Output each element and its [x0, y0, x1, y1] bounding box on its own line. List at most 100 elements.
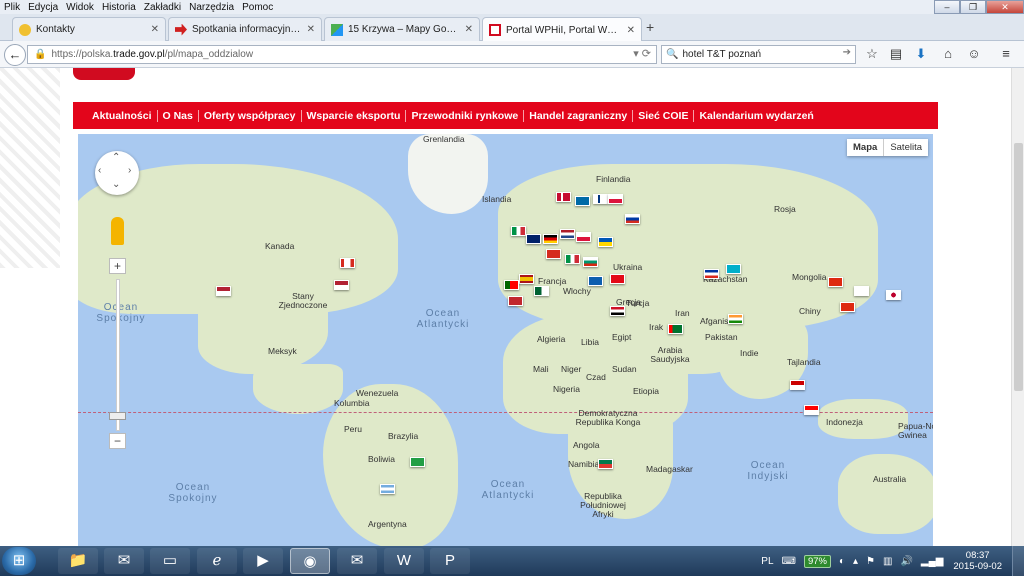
- folder-icon[interactable]: 📁: [58, 548, 98, 574]
- flag-south-africa[interactable]: [598, 459, 613, 469]
- search-go-icon[interactable]: ➔: [843, 47, 851, 58]
- flag-malaysia[interactable]: [790, 380, 805, 390]
- flag-algeria[interactable]: [534, 286, 549, 296]
- zoom-in-button[interactable]: +: [109, 258, 126, 274]
- menu-widok[interactable]: Widok: [66, 2, 94, 13]
- vertical-scrollbar[interactable]: [1011, 68, 1024, 546]
- language-indicator[interactable]: PL: [761, 556, 773, 567]
- keyboard-icon[interactable]: ⌨: [782, 556, 796, 567]
- nav-aktualnosci[interactable]: Aktualności: [87, 109, 158, 122]
- bookmarks-list-icon[interactable]: ▤: [888, 46, 904, 62]
- tab-spotkania[interactable]: Spotkania informacyjne "C... ✕: [168, 17, 322, 41]
- nav-kalendarium[interactable]: Kalendarium wydarzeń: [694, 110, 818, 122]
- close-tab-icon[interactable]: ✕: [307, 24, 315, 35]
- flag-turkey[interactable]: [610, 274, 625, 284]
- menu-pomoc[interactable]: Pomoc: [242, 2, 273, 13]
- menu-zakladki[interactable]: Zakładki: [144, 2, 181, 13]
- flag-korea[interactable]: [854, 286, 869, 296]
- nav-wsparcie-eksportu[interactable]: Wsparcie eksportu: [302, 109, 407, 122]
- map-type-satellite-button[interactable]: Satelita: [884, 139, 928, 156]
- zoom-out-button[interactable]: −: [109, 433, 126, 449]
- reload-icon[interactable]: ▾ ⟳: [633, 47, 651, 60]
- show-desktop-button[interactable]: [1012, 546, 1024, 576]
- flag-greece[interactable]: [588, 276, 603, 286]
- flag-germany[interactable]: [543, 234, 558, 244]
- start-button[interactable]: ⊞: [2, 547, 36, 575]
- tab-portal-wphi[interactable]: Portal WPHiI, Portal WPHI, ... ✕: [482, 17, 642, 42]
- flag-russia[interactable]: [625, 214, 640, 224]
- pan-up-icon[interactable]: ⌃: [112, 152, 120, 163]
- close-button[interactable]: ✕: [986, 0, 1024, 14]
- street-view-pegman-icon[interactable]: [111, 217, 124, 245]
- hamburger-menu-icon[interactable]: ≡: [998, 46, 1014, 62]
- nav-oferty-wspolpracy[interactable]: Oferty współpracy: [199, 109, 302, 122]
- tab-kontakty[interactable]: Kontakty ✕: [12, 17, 166, 41]
- close-tab-icon[interactable]: ✕: [627, 25, 635, 36]
- clock[interactable]: 08:37 2015-09-02: [953, 550, 1002, 572]
- scrollbar-thumb[interactable]: [1014, 143, 1023, 391]
- flag-india[interactable]: [728, 314, 743, 324]
- flag-argentina[interactable]: [380, 484, 395, 494]
- nav-handel-zagraniczny[interactable]: Handel zagraniczny: [524, 109, 634, 122]
- ie-icon[interactable]: ℯ: [197, 548, 237, 574]
- flag-spain[interactable]: [519, 274, 534, 284]
- media-icon[interactable]: ▶: [243, 548, 283, 574]
- flag-tray-icon[interactable]: ⚑: [866, 556, 875, 567]
- firefox-icon[interactable]: ◉: [290, 548, 330, 574]
- restore-button[interactable]: ❐: [960, 0, 986, 14]
- flag-denmark[interactable]: [556, 192, 571, 202]
- search-bar[interactable]: 🔍 hotel T&T poznań ➔: [661, 45, 856, 64]
- close-tab-icon[interactable]: ✕: [465, 24, 473, 35]
- site-logo[interactable]: [73, 68, 135, 80]
- flag-usa-east[interactable]: [334, 280, 349, 290]
- flag-china-2[interactable]: [840, 302, 855, 312]
- nav-przewodniki-rynkowe[interactable]: Przewodniki rynkowe: [406, 109, 525, 122]
- flag-usa-west[interactable]: [216, 286, 231, 296]
- thunderbird-icon[interactable]: ✉: [104, 548, 144, 574]
- search-input[interactable]: hotel T&T poznań: [682, 49, 761, 60]
- flag-poland[interactable]: [608, 194, 623, 204]
- chat-icon[interactable]: ☺: [966, 46, 982, 62]
- flag-finland[interactable]: [593, 194, 608, 204]
- menu-historia[interactable]: Historia: [102, 2, 136, 13]
- flag-morocco[interactable]: [508, 296, 523, 306]
- map-type-map-button[interactable]: Mapa: [847, 139, 885, 156]
- volume-icon[interactable]: 🔊: [900, 556, 912, 567]
- pan-right-icon[interactable]: ›: [128, 165, 131, 176]
- zoom-slider-track[interactable]: [116, 279, 120, 431]
- download-icon[interactable]: ⬇: [913, 46, 929, 62]
- flag-ukraine[interactable]: [598, 237, 613, 247]
- nav-siec-coie[interactable]: Sieć COIE: [633, 109, 695, 122]
- flag-uae[interactable]: [668, 324, 683, 334]
- bookmark-star-icon[interactable]: ☆: [864, 46, 880, 62]
- tray-expand-icon[interactable]: ▴: [853, 556, 858, 567]
- email-icon[interactable]: ✉: [337, 548, 377, 574]
- menu-plik[interactable]: Plik: [4, 2, 20, 13]
- tab-mapy-google[interactable]: 15 Krzywa – Mapy Google ✕: [324, 17, 480, 41]
- new-tab-button[interactable]: +: [646, 19, 654, 35]
- powerpoint-icon[interactable]: P: [430, 548, 470, 574]
- flag-ireland[interactable]: [511, 226, 526, 236]
- flag-portugal[interactable]: [504, 280, 519, 290]
- nav-o-nas[interactable]: O Nas: [158, 109, 199, 122]
- zoom-slider-handle[interactable]: [109, 412, 126, 420]
- word-icon[interactable]: W: [384, 548, 424, 574]
- flag-uk[interactable]: [526, 234, 541, 244]
- pan-control[interactable]: ⌃ ⌄ ‹ ›: [95, 151, 139, 195]
- flag-bulgaria[interactable]: [583, 257, 598, 267]
- menu-narzedzia[interactable]: Narzędzia: [189, 2, 234, 13]
- network-icon[interactable]: ▥: [883, 556, 892, 567]
- home-icon[interactable]: ⌂: [940, 46, 956, 62]
- flag-poland-2[interactable]: [576, 232, 591, 242]
- menu-edycja[interactable]: Edycja: [28, 2, 58, 13]
- flag-canada[interactable]: [340, 258, 355, 268]
- flag-japan[interactable]: [886, 290, 901, 300]
- flag-brazil[interactable]: [410, 457, 425, 467]
- power-icon[interactable]: ◐: [839, 556, 845, 567]
- flag-sweden[interactable]: [575, 196, 590, 206]
- flag-china[interactable]: [828, 277, 843, 287]
- flag-indonesia[interactable]: [804, 405, 819, 415]
- flag-egypt[interactable]: [610, 306, 625, 316]
- flag-azerbaijan[interactable]: [704, 269, 719, 279]
- back-button[interactable]: ←: [4, 44, 26, 66]
